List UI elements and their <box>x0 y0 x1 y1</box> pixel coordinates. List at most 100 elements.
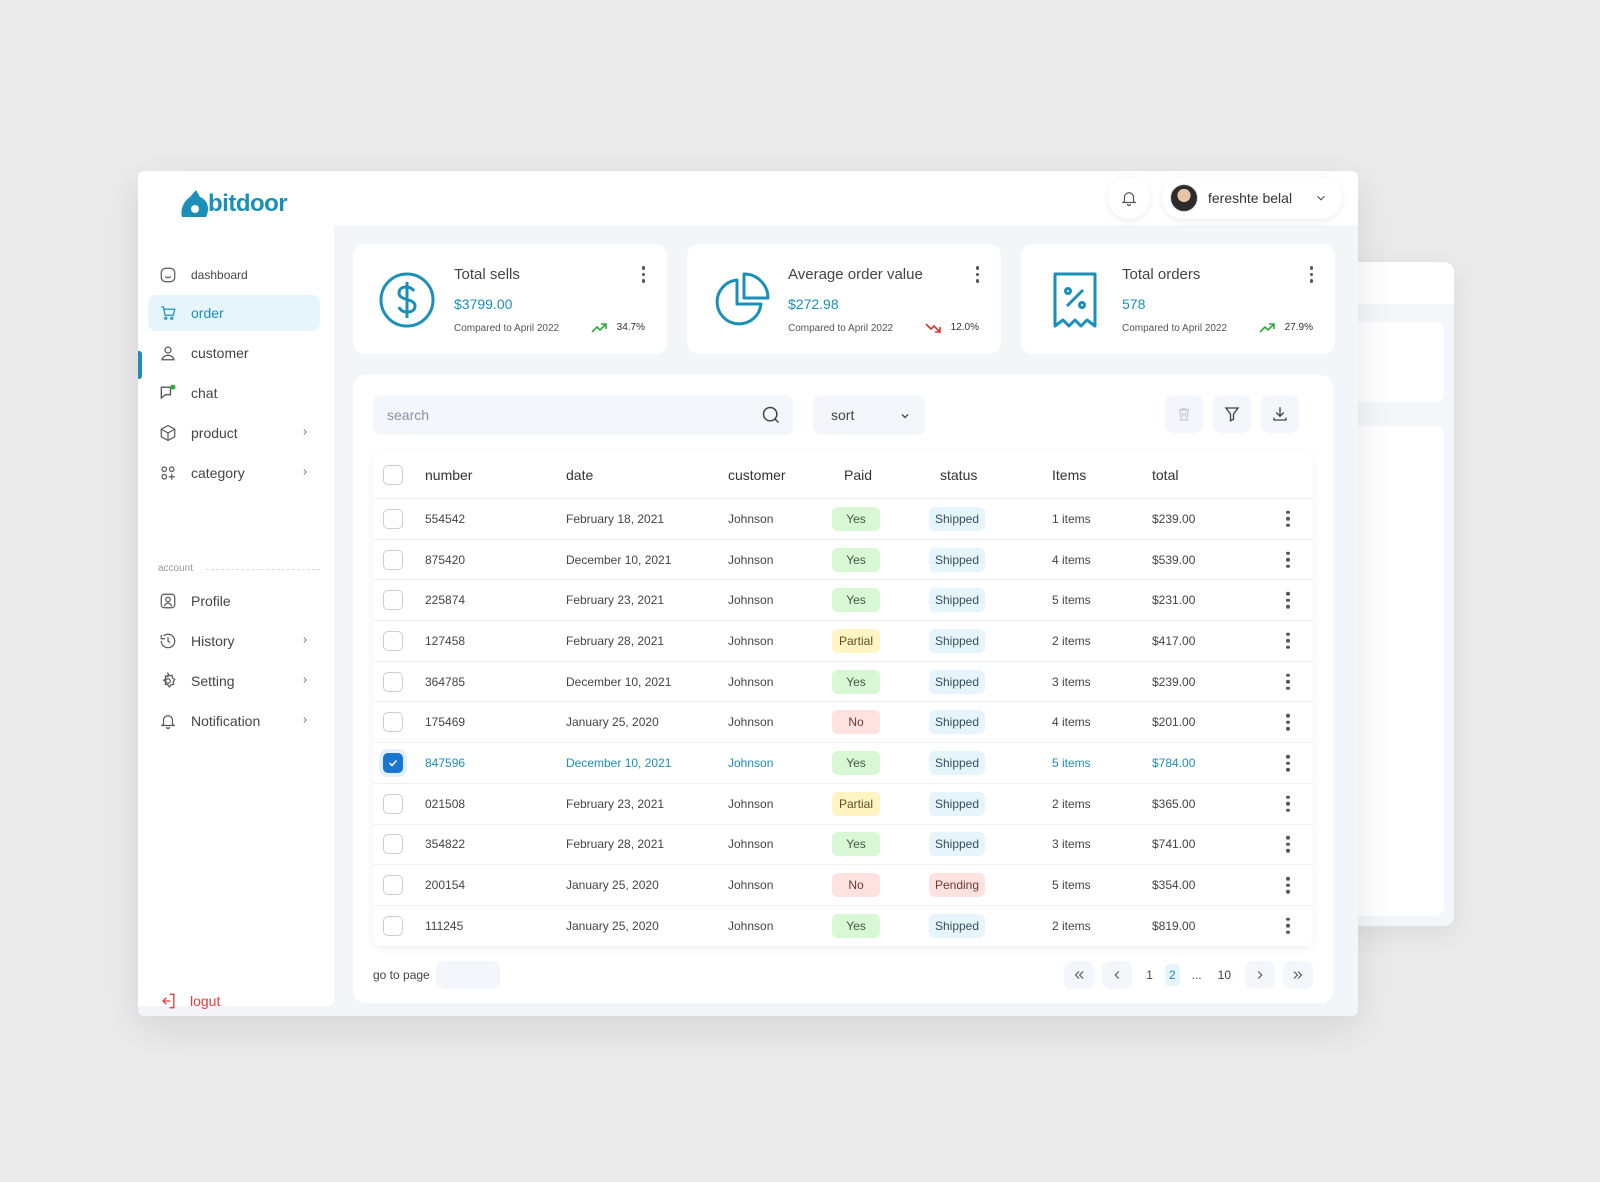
row-checkbox[interactable] <box>383 753 403 774</box>
row-checkbox[interactable] <box>383 915 403 936</box>
page-number[interactable]: 1 <box>1142 964 1157 986</box>
sort-dropdown[interactable]: sort <box>813 395 925 435</box>
column-header[interactable]: total <box>1152 467 1178 483</box>
sidebar-item-profile[interactable]: Profile <box>148 583 320 619</box>
row-menu-icon[interactable] <box>1286 836 1290 853</box>
row-menu-icon[interactable] <box>1286 876 1290 894</box>
logout-button[interactable]: logut <box>158 991 220 1011</box>
column-header[interactable]: customer <box>728 467 786 483</box>
gear-icon <box>158 671 178 691</box>
avatar <box>1170 184 1198 212</box>
order-date: January 25, 2020 <box>566 715 659 730</box>
order-items: 2 items <box>1052 918 1091 933</box>
column-header[interactable]: Items <box>1052 467 1086 483</box>
row-menu-icon[interactable] <box>1286 673 1290 690</box>
card-menu-icon[interactable] <box>1309 266 1313 283</box>
row-checkbox[interactable] <box>383 834 403 855</box>
column-header[interactable]: Paid <box>844 467 872 483</box>
last-page-button[interactable] <box>1283 961 1313 989</box>
card-menu-icon[interactable] <box>641 266 645 283</box>
table-row[interactable]: 225874 February 23, 2021 Johnson Yes Shipped… <box>373 580 1313 622</box>
sidebar-item-product[interactable]: product <box>148 415 320 451</box>
bell-icon <box>1121 192 1137 207</box>
brand-name: bitdoor <box>208 190 288 217</box>
order-date: February 28, 2021 <box>566 633 665 648</box>
row-checkbox[interactable] <box>383 590 403 611</box>
table-row[interactable]: 175469 January 25, 2020 Johnson No Shipped 4 … <box>373 703 1313 744</box>
download-icon <box>1273 407 1287 421</box>
sidebar-item-label: order <box>191 305 224 321</box>
sidebar-item-notification[interactable]: Notification <box>148 703 320 739</box>
sidebar-item-setting[interactable]: Setting <box>148 663 320 699</box>
chevron-right-icon <box>1257 971 1263 979</box>
column-header[interactable]: number <box>425 467 472 483</box>
row-checkbox[interactable] <box>383 549 403 570</box>
delete-button[interactable] <box>1165 395 1203 433</box>
download-button[interactable] <box>1261 395 1299 433</box>
sidebar-item-customer[interactable]: customer <box>148 335 320 371</box>
search-placeholder: search <box>387 407 430 423</box>
column-header[interactable]: status <box>940 467 977 483</box>
order-customer: Johnson <box>728 633 774 648</box>
sidebar-item-history[interactable]: History <box>148 623 320 659</box>
row-menu-icon[interactable] <box>1286 917 1290 935</box>
sidebar-item-category[interactable]: category <box>148 455 320 491</box>
order-number: 127458 <box>425 633 466 648</box>
sidebar-item-chat[interactable]: chat <box>148 375 320 411</box>
next-page-button[interactable] <box>1245 961 1275 989</box>
logo[interactable]: bitdoor <box>178 187 288 221</box>
order-date: February 28, 2021 <box>566 837 665 852</box>
card-trend: 27.9% <box>1259 322 1313 333</box>
logo-icon <box>181 190 208 217</box>
table-row[interactable]: 111245 January 25, 2020 Johnson Yes Shipped 2… <box>373 906 1313 947</box>
row-menu-icon[interactable] <box>1286 591 1290 609</box>
row-menu-icon[interactable] <box>1286 754 1290 772</box>
table-row[interactable]: 364785 December 10, 2021 Johnson Yes Shipped… <box>373 662 1313 703</box>
card-trend: 34.7% <box>591 322 645 333</box>
table-row[interactable]: 875420 December 10, 2021 Johnson Yes Shipped… <box>373 540 1313 581</box>
cart-icon <box>158 303 178 323</box>
notification-button[interactable] <box>1108 177 1150 219</box>
column-header[interactable]: date <box>566 467 593 483</box>
table-row[interactable]: 847596 December 10, 2021 Johnson Yes Shipped… <box>373 743 1313 784</box>
prev-page-button[interactable] <box>1102 961 1133 989</box>
card-trend-value: 34.7% <box>616 322 645 333</box>
row-menu-icon[interactable] <box>1286 510 1290 528</box>
card-menu-icon[interactable] <box>975 266 979 283</box>
card-title: Total sells <box>454 266 520 283</box>
row-menu-icon[interactable] <box>1286 714 1290 731</box>
page-number[interactable]: 10 <box>1214 964 1235 986</box>
row-checkbox[interactable] <box>383 671 403 692</box>
sidebar-item-dashboard[interactable]: dashboard <box>148 257 320 293</box>
paid-badge: Yes <box>832 506 880 531</box>
order-total: $741.00 <box>1152 837 1196 852</box>
order-customer: Johnson <box>728 756 774 771</box>
order-total: $354.00 <box>1152 878 1196 893</box>
table-row[interactable]: 354822 February 28, 2021 Johnson Yes Shipped… <box>373 825 1313 866</box>
table-row[interactable]: 200154 January 25, 2020 Johnson No Pending 5 … <box>373 865 1313 906</box>
row-checkbox[interactable] <box>383 712 403 733</box>
sidebar-item-order[interactable]: order <box>148 295 320 331</box>
search-input[interactable]: search <box>373 395 793 435</box>
goto-page-input[interactable] <box>435 961 500 989</box>
paid-badge: No <box>832 873 880 898</box>
table-row[interactable]: 554542 February 18, 2021 Johnson Yes Shipped… <box>373 499 1313 540</box>
row-checkbox[interactable] <box>383 793 403 814</box>
select-all-checkbox[interactable] <box>383 464 403 485</box>
page-number-current[interactable]: 2 <box>1164 964 1180 986</box>
dashboard-icon <box>158 265 178 285</box>
filter-button[interactable] <box>1213 395 1251 433</box>
row-checkbox[interactable] <box>383 508 403 529</box>
row-checkbox[interactable] <box>383 630 403 651</box>
row-menu-icon[interactable] <box>1286 795 1290 812</box>
order-total: $231.00 <box>1152 593 1196 608</box>
row-menu-icon[interactable] <box>1286 632 1290 650</box>
table-row[interactable]: 021508 February 23, 2021 Johnson Partial Shi… <box>373 784 1313 825</box>
row-menu-icon[interactable] <box>1286 551 1290 568</box>
table-row[interactable]: 127458 February 28, 2021 Johnson Partial Shi… <box>373 621 1313 662</box>
first-page-button[interactable] <box>1064 961 1095 989</box>
row-checkbox[interactable] <box>383 875 403 896</box>
card-trend-value: 12.0% <box>950 322 979 333</box>
user-menu[interactable]: fereshte belal <box>1162 177 1342 219</box>
order-number: 875420 <box>425 552 466 567</box>
